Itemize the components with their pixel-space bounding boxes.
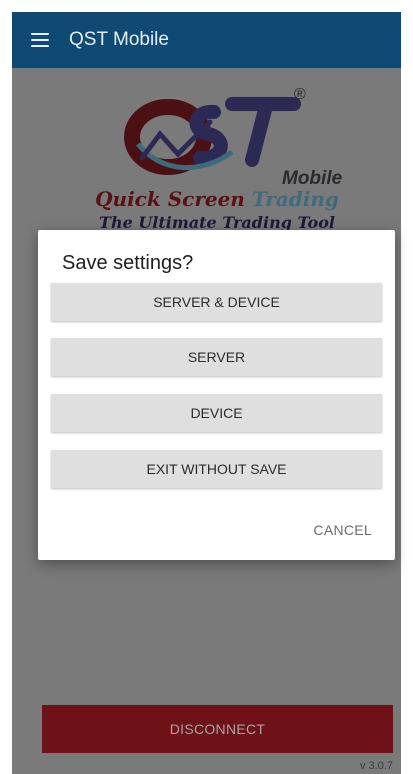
menu-icon[interactable] bbox=[31, 32, 53, 48]
device-button[interactable]: DEVICE bbox=[51, 394, 382, 432]
tagline-trading: Trading bbox=[251, 187, 339, 211]
dialog-title: Save settings? bbox=[62, 252, 194, 274]
server-and-device-button[interactable]: SERVER & DEVICE bbox=[51, 283, 382, 321]
app-bar: QST Mobile bbox=[12, 12, 401, 68]
registered-mark: ® bbox=[294, 86, 306, 103]
server-button[interactable]: SERVER bbox=[51, 338, 382, 376]
exit-without-save-button[interactable]: EXIT WITHOUT SAVE bbox=[51, 450, 382, 488]
disconnect-button[interactable]: DISCONNECT bbox=[42, 705, 393, 753]
version-label: v 3.0.7 bbox=[359, 760, 393, 772]
qst-logo: ® Mobile Quick Screen Trading The Ultima… bbox=[82, 82, 352, 232]
logo-tagline: Quick Screen Trading bbox=[82, 187, 352, 211]
app-title: QST Mobile bbox=[69, 29, 169, 50]
cancel-button[interactable]: CANCEL bbox=[313, 522, 372, 538]
save-settings-dialog: Save settings? SERVER & DEVICE SERVER DE… bbox=[38, 230, 395, 560]
tagline-quick: Quick bbox=[95, 187, 161, 211]
tagline-screen: Screen bbox=[167, 187, 245, 211]
